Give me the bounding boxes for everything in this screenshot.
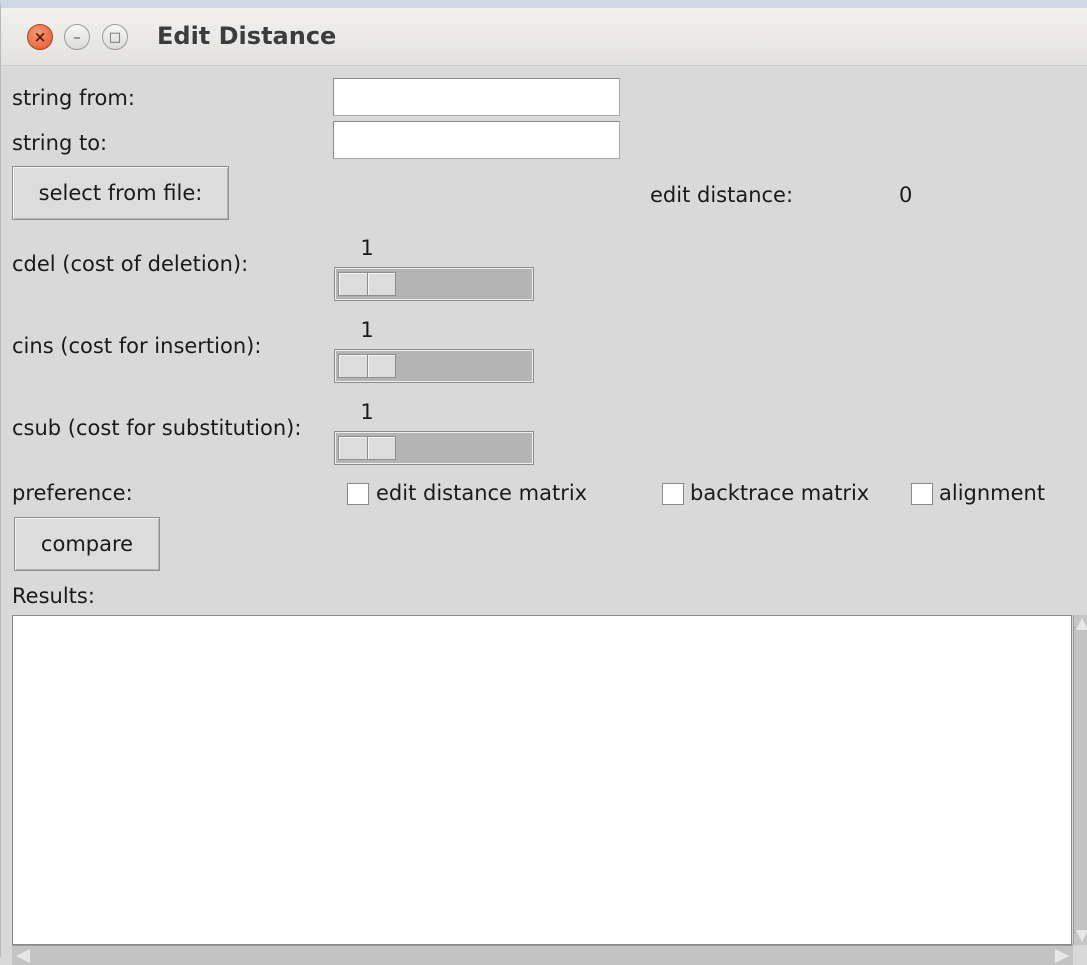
maximize-icon: □: [108, 29, 122, 45]
cdel-label: cdel (cost of deletion):: [12, 252, 249, 276]
results-text-area[interactable]: [12, 615, 1072, 945]
scroll-left-icon[interactable]: [16, 949, 30, 963]
edit-distance-matrix-label[interactable]: edit distance matrix: [376, 481, 587, 505]
close-icon: ×: [33, 27, 47, 46]
alignment-checkbox[interactable]: [911, 483, 933, 505]
window-title: Edit Distance: [157, 22, 337, 50]
csub-slider-handle[interactable]: [338, 436, 396, 460]
compare-label: compare: [40, 532, 134, 556]
compare-button[interactable]: compare: [14, 517, 160, 571]
maximize-window-button[interactable]: □: [102, 24, 128, 50]
edit-distance-matrix-checkbox[interactable]: [347, 483, 369, 505]
results-horizontal-scrollbar[interactable]: [12, 945, 1073, 965]
title-bar[interactable]: × – □ Edit Distance: [1, 8, 1087, 66]
scroll-right-icon[interactable]: [1055, 949, 1069, 963]
cins-scale[interactable]: [334, 349, 534, 383]
cins-slider-handle[interactable]: [338, 354, 396, 378]
string-to-input[interactable]: [333, 121, 620, 159]
cdel-scale[interactable]: [334, 267, 534, 301]
cins-label: cins (cost for insertion):: [12, 334, 262, 358]
preference-label: preference:: [12, 481, 133, 505]
backtrace-matrix-checkbox[interactable]: [662, 483, 684, 505]
csub-label: csub (cost for substitution):: [12, 416, 302, 440]
cdel-value: 1: [360, 236, 374, 260]
alignment-label[interactable]: alignment: [939, 481, 1045, 505]
string-from-input[interactable]: [333, 78, 620, 116]
cdel-slider-handle[interactable]: [338, 272, 396, 296]
csub-scale[interactable]: [334, 431, 534, 465]
edit-distance-label: edit distance:: [650, 183, 794, 207]
backtrace-matrix-label[interactable]: backtrace matrix: [690, 481, 869, 505]
close-window-button[interactable]: ×: [27, 24, 53, 50]
select-from-file-button[interactable]: select from file:: [12, 166, 229, 220]
string-to-label: string to:: [12, 131, 108, 155]
string-from-label: string from:: [12, 86, 135, 110]
select-from-file-label: select from file:: [38, 181, 203, 205]
cins-value: 1: [360, 318, 374, 342]
scroll-down-icon[interactable]: [1076, 930, 1087, 942]
edit-distance-window: × – □ Edit Distance string from: string …: [0, 0, 1087, 965]
edit-distance-value: 0: [899, 183, 913, 207]
results-vertical-scrollbar[interactable]: [1073, 615, 1087, 945]
scroll-up-icon[interactable]: [1076, 618, 1087, 630]
minimize-window-button[interactable]: –: [64, 24, 90, 50]
csub-value: 1: [360, 400, 374, 424]
results-label: Results:: [12, 584, 95, 608]
minimize-icon: –: [73, 27, 81, 46]
